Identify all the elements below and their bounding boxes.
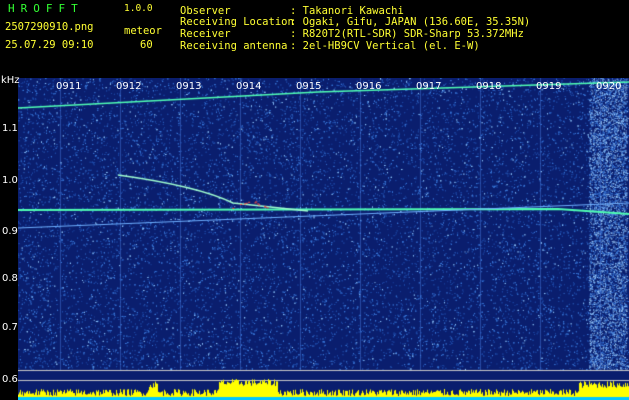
x-tick-label: 0913 xyxy=(176,81,202,92)
antenna-value: : 2el-HB9CV Vertical (el. E-W) xyxy=(290,40,480,52)
receiver-label: Receiver xyxy=(180,28,231,40)
spectrogram xyxy=(18,78,629,400)
meteor-label: meteor xyxy=(124,25,162,37)
app-name: HROFFT xyxy=(8,2,84,15)
x-tick-label: 0912 xyxy=(116,81,142,92)
antenna-label: Receiving antenna xyxy=(180,40,288,52)
date-time: 25.07.29 09:10 xyxy=(5,39,94,51)
location-value: : Ogaki, Gifu, JAPAN (136.60E, 35.35N) xyxy=(290,16,531,28)
receiver-value: : R820T2(RTL-SDR) SDR-Sharp 53.372MHz xyxy=(290,28,524,40)
location-label: Receiving Location xyxy=(180,16,294,28)
x-tick-label: 0918 xyxy=(476,81,502,92)
y-tick-label: 1.0 xyxy=(2,175,18,186)
x-tick-label: 0917 xyxy=(416,81,442,92)
header-panel: HROFFT 1.0.0 2507290910.png 25.07.29 09:… xyxy=(0,0,629,76)
x-tick-label: 0916 xyxy=(356,81,382,92)
x-tick-label: 0914 xyxy=(236,81,262,92)
y-tick-label: 1.1 xyxy=(2,123,18,134)
meteor-count: 60 xyxy=(140,39,153,51)
app-version: 1.0.0 xyxy=(124,3,153,14)
y-tick-label: 0.8 xyxy=(2,273,18,284)
x-tick-label: 0919 xyxy=(536,81,562,92)
y-axis-unit: kHz xyxy=(1,75,20,86)
y-tick-label: 0.7 xyxy=(2,322,18,333)
file-name: 2507290910.png xyxy=(5,21,94,33)
x-tick-label: 0911 xyxy=(56,81,82,92)
y-tick-label: 0.9 xyxy=(2,226,18,237)
x-tick-label: 0920 xyxy=(596,81,622,92)
x-tick-label: 0915 xyxy=(296,81,322,92)
y-tick-label: 0.6 xyxy=(2,374,18,385)
